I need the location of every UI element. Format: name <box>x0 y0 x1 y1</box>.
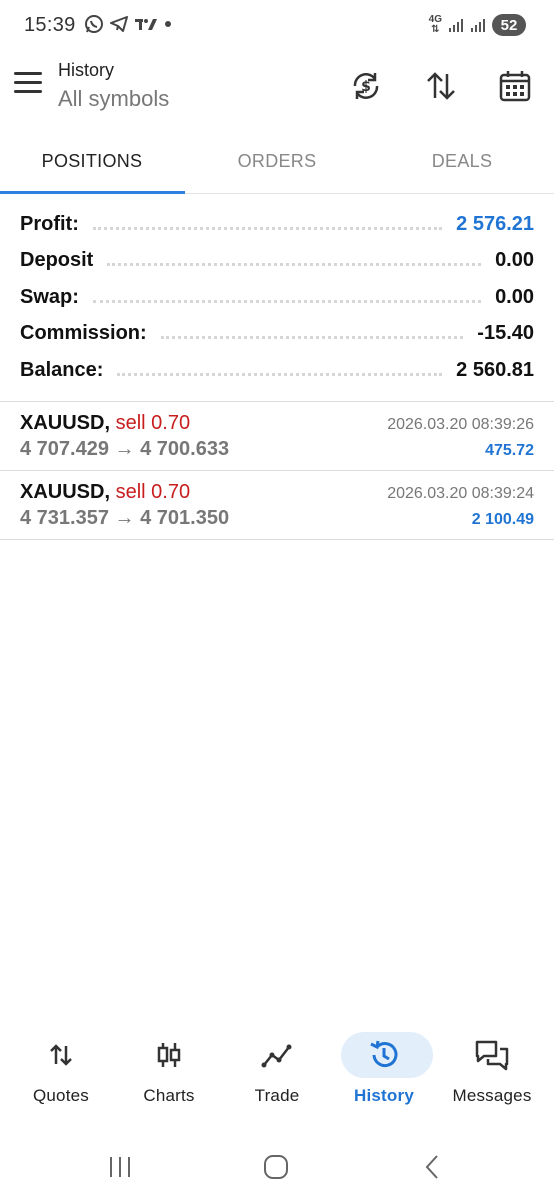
notification-icons <box>84 14 173 34</box>
summary-label: Deposit <box>20 249 94 272</box>
dotted-leader <box>92 299 482 303</box>
status-time: 15:39 <box>24 14 76 36</box>
position-symbol: XAUUSD, sell 0.70 <box>20 481 191 503</box>
tab-orders[interactable]: ORDERS <box>185 130 369 192</box>
currency-refresh-icon[interactable]: $ <box>346 66 386 106</box>
whatsapp-icon <box>85 15 103 33</box>
position-side: sell 0.70 <box>115 412 191 434</box>
summary-row-deposit: Deposit 0.00 <box>0 243 554 280</box>
divider <box>0 539 554 540</box>
history-icon <box>329 1036 439 1074</box>
summary-row-balance: Balance: 2 560.81 <box>0 352 554 389</box>
trade-icon <box>222 1036 332 1074</box>
dot-icon <box>165 21 171 27</box>
summary-value: -15.40 <box>477 322 534 345</box>
nav-label: Quotes <box>32 1086 89 1105</box>
page-title: History <box>58 60 115 80</box>
summary-label: Swap: <box>20 285 79 308</box>
active-tab-indicator <box>0 191 185 194</box>
position-symbol: XAUUSD, sell 0.70 <box>20 412 191 434</box>
position-prices: 4 707.429 → 4 700.633 <box>20 438 230 460</box>
svg-text:$: $ <box>361 79 371 95</box>
summary-row-swap: Swap: 0.00 <box>0 279 554 316</box>
summary-panel: Profit: 2 576.21 Deposit 0.00 Swap: 0.00… <box>0 206 554 389</box>
position-profit: 475.72 <box>485 442 534 459</box>
system-navigation <box>0 1140 554 1194</box>
recent-apps-icon[interactable] <box>100 1150 140 1184</box>
position-side: sell 0.70 <box>115 481 191 503</box>
nav-label: History <box>354 1086 414 1105</box>
nav-charts[interactable]: Charts <box>114 1028 224 1118</box>
tradingview-icon <box>135 19 157 30</box>
history-tabs: POSITIONS ORDERS DEALS <box>0 130 554 194</box>
nav-quotes[interactable]: Quotes <box>6 1028 116 1118</box>
battery-indicator: 52 <box>492 14 526 36</box>
position-row[interactable]: XAUUSD, sell 0.70 4 731.357 → 4 701.350 … <box>0 471 554 539</box>
summary-row-profit: Profit: 2 576.21 <box>0 206 554 243</box>
position-time: 2026.03.20 08:39:24 <box>387 485 534 502</box>
summary-label: Commission: <box>20 322 147 345</box>
sort-icon[interactable] <box>421 66 461 106</box>
nav-history[interactable]: History <box>329 1028 439 1118</box>
menu-icon[interactable] <box>14 72 44 98</box>
status-bar: 15:39 4G ⇅ 52 <box>0 0 554 52</box>
dotted-leader <box>160 336 464 340</box>
back-icon[interactable] <box>412 1150 452 1184</box>
messages-icon <box>437 1036 547 1074</box>
tab-positions[interactable]: POSITIONS <box>0 130 184 192</box>
system-status: 4G ⇅ 52 <box>429 14 526 36</box>
summary-value: 2 576.21 <box>456 212 534 235</box>
telegram-icon <box>110 16 128 32</box>
symbol-filter[interactable]: All symbols <box>58 86 169 112</box>
dotted-leader <box>107 263 482 267</box>
nav-trade[interactable]: Trade <box>222 1028 332 1118</box>
position-profit: 2 100.49 <box>471 511 534 528</box>
position-prices: 4 731.357 → 4 701.350 <box>20 507 230 529</box>
nav-label: Charts <box>143 1086 195 1105</box>
dotted-leader <box>92 226 443 230</box>
home-icon[interactable] <box>256 1150 296 1184</box>
dotted-leader <box>117 372 443 376</box>
summary-row-commission: Commission: -15.40 <box>0 316 554 353</box>
calendar-icon[interactable] <box>495 66 535 106</box>
summary-value: 2 560.81 <box>456 358 534 381</box>
nav-messages[interactable]: Messages <box>437 1028 547 1118</box>
nav-label: Trade <box>254 1086 300 1105</box>
summary-value: 0.00 <box>495 285 534 308</box>
quotes-icon <box>6 1036 116 1074</box>
position-row[interactable]: XAUUSD, sell 0.70 4 707.429 → 4 700.633 … <box>0 402 554 470</box>
tab-deals[interactable]: DEALS <box>370 130 554 192</box>
summary-value: 0.00 <box>495 249 534 272</box>
bottom-navigation: Quotes Charts Trade History Messages <box>0 1028 554 1118</box>
summary-label: Balance: <box>20 358 104 381</box>
candlestick-icon <box>114 1036 224 1074</box>
signal-icon <box>471 19 485 32</box>
signal-icon <box>449 19 463 32</box>
network-indicator: 4G ⇅ <box>428 14 442 35</box>
position-time: 2026.03.20 08:39:26 <box>387 416 534 433</box>
app-bar: History All symbols $ <box>0 52 554 120</box>
summary-label: Profit: <box>20 212 79 235</box>
nav-label: Messages <box>452 1086 532 1105</box>
